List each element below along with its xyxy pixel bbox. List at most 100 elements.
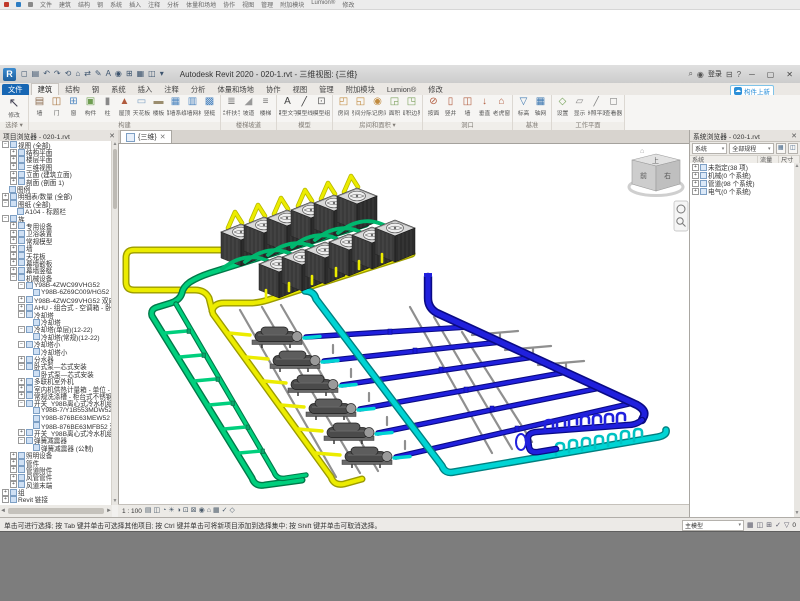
tree-item[interactable]: + 管件 — [0, 459, 111, 466]
close-icon[interactable]: ✕ — [109, 132, 115, 140]
discipline-filter-select[interactable]: 全部规程▾ — [729, 143, 773, 154]
expander-icon[interactable]: + — [10, 237, 17, 244]
tool-button[interactable]: ▥ 幕墙网格 — [184, 96, 201, 117]
expander-icon[interactable]: − — [10, 274, 17, 281]
expander-icon[interactable]: + — [10, 171, 17, 178]
section-icon[interactable]: ⊞ — [124, 70, 135, 78]
tree-item[interactable]: + 明细表/数量 (全部) — [0, 193, 111, 200]
tree-item[interactable]: + 专用设备 — [0, 222, 111, 229]
home-icon[interactable]: ⌂ — [73, 70, 82, 78]
open-icon[interactable]: ◻ — [19, 70, 30, 78]
ribbon-tab[interactable]: 管理 — [313, 84, 340, 95]
tree-item[interactable]: A104 - 标题栏 — [0, 208, 111, 215]
thin-lines-icon[interactable]: ▦ — [135, 70, 147, 78]
tool-button[interactable]: ≣ 栏杆扶手 — [223, 96, 240, 117]
expander-icon[interactable]: − — [18, 282, 25, 289]
tool-button[interactable]: ╱ 参照平面 — [588, 96, 605, 117]
view-control-icon[interactable]: ✓ — [222, 506, 228, 516]
tool-button[interactable]: ▬ 楼板 — [150, 96, 167, 117]
expander-icon[interactable]: + — [10, 230, 17, 237]
scroll-down-icon[interactable]: ▼ — [794, 510, 800, 517]
expander-icon[interactable]: + — [10, 452, 17, 459]
tool-button[interactable]: ◰ 房间 — [335, 96, 352, 117]
ribbon-tab[interactable]: 修改 — [422, 84, 449, 95]
scroll-up-icon[interactable]: ▲ — [794, 163, 800, 170]
expander-icon[interactable]: − — [2, 215, 9, 222]
ribbon-tab[interactable]: 附加模块 — [340, 84, 381, 95]
tree-item[interactable]: 冷却塔小 — [0, 348, 111, 355]
tool-button[interactable]: ◳ 面积边界 — [403, 96, 420, 117]
expander-icon[interactable]: + — [18, 385, 25, 392]
expander-icon[interactable]: + — [692, 172, 699, 179]
tool-button[interactable]: ▭ 天花板 — [133, 96, 150, 117]
default-3d-view-icon[interactable]: ◉ — [113, 70, 124, 78]
expander-icon[interactable]: − — [2, 141, 9, 148]
tree-item[interactable]: + 风管管件 — [0, 474, 111, 481]
ribbon-tab[interactable]: 分析 — [185, 84, 212, 95]
tool-button[interactable]: ⊡ 模型组 — [313, 96, 330, 117]
expander-icon[interactable]: + — [692, 180, 699, 187]
expander-icon[interactable]: + — [10, 178, 17, 185]
tree-item[interactable]: + 幕墙嵌板 — [0, 259, 111, 266]
tree-item[interactable]: + 墙 — [0, 244, 111, 251]
tree-item[interactable]: − 开关_Y98B离心式冷水机组 双向出管 — [0, 400, 111, 407]
system-browser-vscrollbar[interactable]: ▲ ▼ — [794, 163, 800, 517]
tool-button[interactable]: ◢ 坡道 — [240, 96, 257, 117]
tool-button[interactable]: ◉ 标记房间 — [369, 96, 386, 117]
tree-item[interactable]: + 常规模型 — [0, 237, 111, 244]
help-icon[interactable]: ? — [737, 70, 741, 79]
expander-icon[interactable]: + — [10, 459, 17, 466]
tool-button[interactable]: ▯ 竖井 — [442, 96, 459, 117]
expander-icon[interactable]: + — [10, 222, 17, 229]
ribbon-tab[interactable]: Lumion® — [381, 84, 422, 95]
tree-item[interactable]: − 视图 (全部) — [0, 141, 111, 148]
ribbon-tab[interactable]: 协作 — [260, 84, 287, 95]
ribbon-tab[interactable]: 体量和场地 — [211, 84, 259, 95]
expander-icon[interactable]: − — [18, 326, 25, 333]
expander-icon[interactable]: − — [18, 311, 25, 318]
view-control-icon[interactable]: ◔ — [162, 506, 166, 516]
ribbon-tab[interactable]: 注释 — [158, 84, 185, 95]
ribbon-tab[interactable]: 钢 — [86, 84, 105, 95]
tree-item[interactable]: 弹簧减震器 (公制) — [0, 444, 111, 451]
system-browser-title[interactable]: 系统浏览器 - 020-1.rvt ✕ — [690, 130, 800, 142]
view-control-icon[interactable]: ◇ — [229, 506, 234, 516]
minimize-button[interactable]: ─ — [745, 70, 759, 79]
filter-icon[interactable]: ▽ — [784, 521, 789, 529]
tool-button[interactable]: ╱ 模型线 — [296, 96, 313, 117]
expander-icon[interactable]: + — [18, 392, 25, 399]
tree-item[interactable]: − 机械设备 — [0, 274, 111, 281]
design-option-select[interactable]: 主模型▾ — [682, 520, 744, 531]
expander-icon[interactable]: + — [10, 149, 17, 156]
tool-button[interactable]: ◲ 面积 — [386, 96, 403, 117]
restore-button[interactable]: ▢ — [763, 70, 779, 79]
tool-button[interactable]: ▱ 显示 — [571, 96, 588, 117]
expander-icon[interactable]: + — [18, 429, 25, 436]
expander-icon[interactable]: + — [10, 259, 17, 266]
viewcube[interactable]: ⌂ 上 前 右 — [629, 148, 683, 196]
tree-item[interactable]: + 卫浴装置 — [0, 230, 111, 237]
expander-icon[interactable]: − — [18, 341, 25, 348]
expander-icon[interactable]: + — [10, 267, 17, 274]
tree-item[interactable]: + Revit 链接 — [0, 496, 111, 503]
ribbon-tab[interactable]: 插入 — [132, 84, 159, 95]
expander-icon[interactable]: + — [18, 304, 25, 311]
redo-icon[interactable]: ↷ — [52, 70, 63, 78]
system-filter-select[interactable]: 系统▾ — [692, 143, 727, 154]
tool-button[interactable]: ▽ 标高 — [515, 96, 532, 117]
tool-button[interactable]: ▦ 轴网 — [532, 96, 549, 117]
tool-button[interactable]: ◱ 房间分隔 — [352, 96, 369, 117]
scale-button[interactable]: 1 : 100 — [122, 508, 142, 515]
tree-item[interactable]: + 幕墙竖梃 — [0, 267, 111, 274]
undo-icon[interactable]: ↶ — [41, 70, 52, 78]
tree-item[interactable]: + 组 — [0, 488, 111, 495]
viewcube-home-icon[interactable]: ⌂ — [640, 148, 644, 155]
expander-icon[interactable]: − — [2, 200, 9, 207]
scroll-right-icon[interactable]: ► — [106, 508, 112, 514]
tool-button[interactable]: ▲ 屋顶 — [116, 96, 133, 117]
measure-icon[interactable]: ✎ — [93, 70, 104, 78]
view-control-icon[interactable]: ◉ — [199, 506, 205, 516]
collapse-all-icon[interactable]: ◫ — [788, 143, 798, 154]
system-row[interactable]: + 电气(0 个系统) — [690, 187, 794, 195]
revit-logo-icon[interactable]: R — [3, 68, 16, 81]
